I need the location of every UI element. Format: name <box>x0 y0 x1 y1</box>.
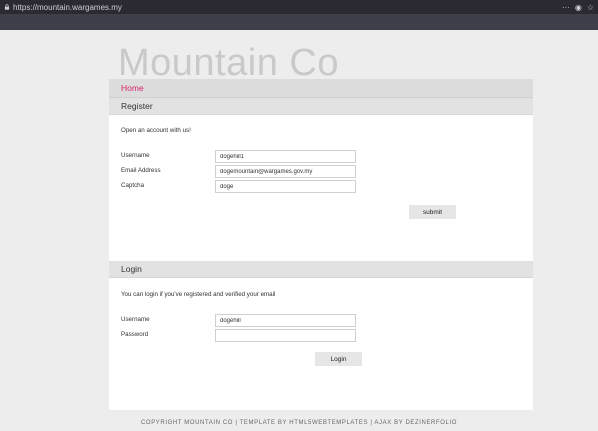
register-username-input[interactable] <box>215 150 356 163</box>
login-intro: You can login if you've registered and v… <box>121 291 276 298</box>
register-username-label: Username <box>121 152 150 159</box>
address-text[interactable]: https://mountain.wargames.my <box>13 3 562 12</box>
page-footer: COPYRIGHT MOUNTAIN CO | TEMPLATE BY HTML… <box>141 420 457 426</box>
login-heading: Login <box>109 261 533 278</box>
login-password-input[interactable] <box>215 329 356 342</box>
pocket-icon[interactable]: ◉ <box>575 3 582 12</box>
login-username-label: Username <box>121 316 150 323</box>
more-icon[interactable]: ··· <box>562 3 570 12</box>
register-email-input[interactable] <box>215 165 356 178</box>
register-heading: Register <box>109 98 533 115</box>
site-logo: Mountain Co <box>118 42 339 84</box>
register-intro: Open an account with us! <box>121 127 191 134</box>
register-captcha-label: Captcha <box>121 182 145 189</box>
login-section: You can login if you've registered and v… <box>109 278 533 406</box>
register-email-label: Email Address <box>121 167 161 174</box>
lock-icon <box>4 4 10 10</box>
browser-toolbar <box>0 14 598 30</box>
main-nav: Home <box>109 79 533 98</box>
register-submit-button[interactable]: submit <box>409 205 456 219</box>
content-wrapper: Home Register Open an account with us! U… <box>109 79 533 410</box>
nav-home-link[interactable]: Home <box>121 83 144 93</box>
register-captcha-input[interactable] <box>215 180 356 193</box>
browser-url-bar[interactable]: https://mountain.wargames.my ··· ◉ ☆ <box>0 0 598 14</box>
bookmark-star-icon[interactable]: ☆ <box>587 3 594 12</box>
register-section: Open an account with us! Username Email … <box>109 115 533 261</box>
login-button[interactable]: Login <box>315 352 362 366</box>
login-username-input[interactable] <box>215 314 356 327</box>
login-password-label: Password <box>121 331 149 338</box>
page-body: Mountain Co Home Register Open an accoun… <box>0 30 598 431</box>
